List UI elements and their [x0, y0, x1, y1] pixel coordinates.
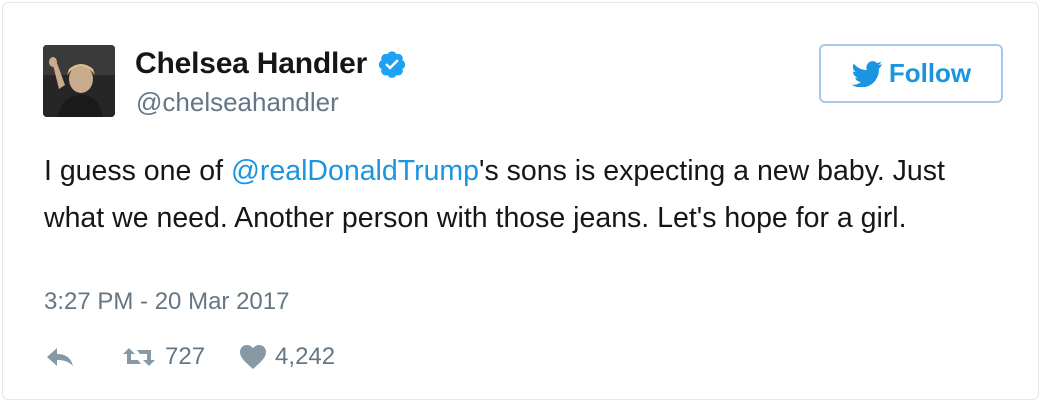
verified-badge-icon — [378, 51, 406, 78]
avatar-photo — [43, 45, 115, 117]
mention-link[interactable]: @realDonaldTrump — [231, 155, 479, 187]
retweet-count: 727 — [165, 343, 206, 370]
timestamp[interactable]: 3:27 PM - 20 Mar 2017 — [44, 288, 289, 316]
retweet-button[interactable]: 727 — [121, 343, 205, 371]
follow-button[interactable]: Follow — [819, 44, 1003, 103]
twitter-bird-icon — [851, 60, 882, 87]
follow-label: Follow — [888, 58, 972, 88]
retweet-icon — [123, 348, 155, 366]
reply-button[interactable] — [45, 345, 75, 369]
like-count: 4,242 — [275, 343, 336, 370]
tweet-card: Chelsea Handler @chelseahandler Follow I… — [2, 2, 1039, 400]
author-handle[interactable]: @chelseahandler — [136, 87, 339, 118]
tweet-text-before: I guess one of — [44, 155, 231, 187]
like-button[interactable]: 4,242 — [239, 343, 335, 371]
tweet-text: I guess one of @realDonaldTrump's sons i… — [44, 148, 1004, 242]
heart-icon — [240, 345, 267, 369]
author-name[interactable]: Chelsea Handler — [135, 47, 367, 81]
tweet-actions: 727 4,242 — [45, 343, 335, 371]
reply-icon — [47, 348, 73, 366]
avatar[interactable] — [43, 45, 115, 117]
